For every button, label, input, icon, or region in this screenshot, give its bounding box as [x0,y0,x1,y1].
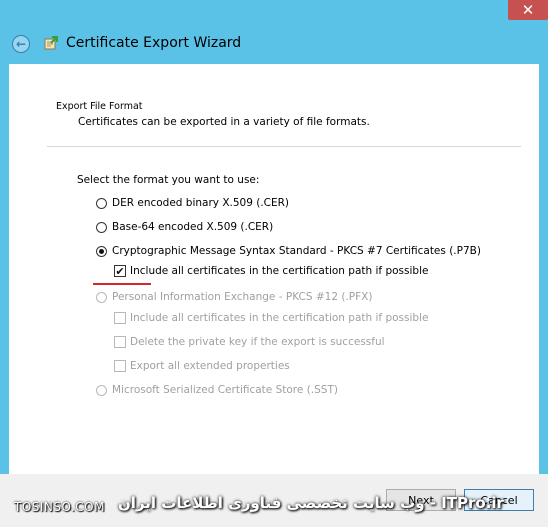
radio-base64-label: Base-64 encoded X.509 (.CER) [112,221,274,233]
title-bar: ← Certificate Export Wizard [0,22,548,64]
section-title: Export File Format [56,101,143,112]
checkbox-pkcs7-include-all[interactable]: ✔ Include all certificates in the certif… [114,265,428,277]
section-description: Certificates can be exported in a variet… [78,116,370,128]
checkbox-checked[interactable]: ✔ [114,265,126,277]
back-button[interactable]: ← [12,35,30,53]
radio-pkcs7[interactable]: Cryptographic Message Syntax Standard - … [96,245,481,257]
checkbox-pfx-export-props-label: Export all extended properties [130,360,290,372]
radio-der-label: DER encoded binary X.509 (.CER) [112,197,290,209]
wizard-content: Export File Format Certificates can be e… [9,64,539,474]
radio-button[interactable] [96,384,107,396]
certificate-wizard-icon [44,36,58,50]
checkbox[interactable] [114,360,126,372]
radio-button[interactable] [96,197,107,209]
checkbox-pkcs7-include-all-label: Include all certificates in the certific… [130,265,429,277]
checkbox-pfx-export-props[interactable]: Export all extended properties [114,360,290,372]
checkbox-pfx-include-all[interactable]: Include all certificates in the certific… [114,312,428,324]
radio-button[interactable] [96,221,107,233]
watermark-itpro: ITPro.ir - وب سایت تخصصی فناوری اطلاعات … [118,494,504,512]
radio-der[interactable]: DER encoded binary X.509 (.CER) [96,197,289,209]
close-button[interactable]: ✕ [508,0,548,20]
divider [47,146,521,147]
checkbox-pfx-include-all-label: Include all certificates in the certific… [130,312,429,324]
radio-pfx[interactable]: Personal Information Exchange - PKCS #12… [96,291,372,303]
watermark-tosinso: TOSINSO.COM [14,500,105,514]
radio-sst-label: Microsoft Serialized Certificate Store (… [112,384,338,396]
annotation-underline [93,283,151,285]
format-prompt: Select the format you want to use: [77,174,260,186]
radio-pfx-label: Personal Information Exchange - PKCS #12… [112,291,373,303]
radio-button-selected[interactable] [96,245,107,257]
window-title: Certificate Export Wizard [66,35,242,51]
radio-base64[interactable]: Base-64 encoded X.509 (.CER) [96,221,273,233]
checkbox-pfx-delete-key-label: Delete the private key if the export is … [130,336,385,348]
back-arrow-icon: ← [15,37,27,51]
checkbox[interactable] [114,336,126,348]
radio-button[interactable] [96,291,107,303]
wizard-footer: Next Cancel TOSINSO.COM ITPro.ir - وب سا… [0,474,548,527]
close-icon: ✕ [521,0,535,19]
radio-sst[interactable]: Microsoft Serialized Certificate Store (… [96,384,338,396]
checkbox-pfx-delete-key[interactable]: Delete the private key if the export is … [114,336,385,348]
radio-pkcs7-label: Cryptographic Message Syntax Standard - … [112,245,481,257]
checkbox[interactable] [114,312,126,324]
